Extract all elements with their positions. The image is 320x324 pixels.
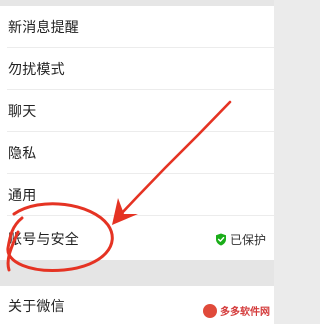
settings-item-label: 隐私: [8, 146, 37, 162]
watermark-text: 多多软件网: [220, 307, 270, 318]
protected-status: 已保护: [215, 231, 266, 248]
watermark-logo-icon: [203, 303, 217, 318]
settings-item-privacy[interactable]: 隐私: [0, 132, 274, 174]
settings-item-new-message-alert[interactable]: 新消息提醒: [0, 6, 274, 48]
protected-status-label: 已保护: [229, 233, 266, 247]
settings-list: 新消息提醒 勿扰模式 聊天 隐私 通用 账号与安全 已保护: [0, 6, 274, 260]
settings-item-do-not-disturb[interactable]: 勿扰模式: [0, 48, 274, 90]
settings-item-label: 聊天: [8, 104, 37, 120]
settings-item-label: 新消息提醒: [8, 20, 79, 36]
settings-item-label: 通用: [8, 188, 37, 204]
shield-check-icon: [215, 233, 226, 246]
settings-item-general[interactable]: 通用: [0, 174, 274, 216]
settings-item-label: 勿扰模式: [8, 62, 65, 78]
settings-item-label: 关于微信: [8, 299, 65, 315]
section-gap: [0, 260, 274, 286]
settings-item-chat[interactable]: 聊天: [0, 90, 274, 132]
settings-item-account-security[interactable]: 账号与安全 已保护: [0, 218, 274, 260]
settings-item-label: 账号与安全: [8, 232, 79, 248]
site-watermark: 多多软件网: [203, 303, 270, 318]
